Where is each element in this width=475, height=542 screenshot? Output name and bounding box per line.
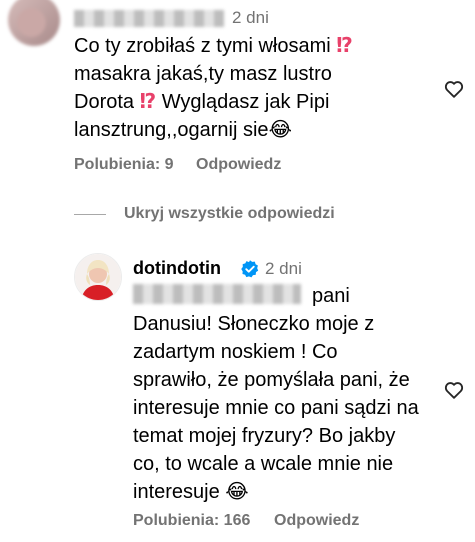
heart-outline-icon[interactable] xyxy=(443,379,465,401)
laugh-emoji: 😂 xyxy=(225,481,249,503)
verified-badge-icon xyxy=(241,260,259,278)
reply-button[interactable]: Odpowiedz xyxy=(274,512,359,530)
dotindotin-avatar[interactable] xyxy=(74,253,122,301)
likes-count[interactable]: Polubienia: 9 xyxy=(74,156,174,174)
heart-outline-icon[interactable] xyxy=(443,78,465,100)
comment-text: Co ty zrobiłaś z tymi włosami ⁉ masakra … xyxy=(74,35,353,141)
hide-replies-button[interactable]: Ukryj wszystkie odpowiedzi xyxy=(124,205,335,223)
laugh-emoji: 😂 xyxy=(268,119,292,141)
commenter-username-redacted[interactable] xyxy=(74,10,224,27)
mentioned-user-redacted[interactable] xyxy=(133,284,301,304)
comment-text: Danusiu! Słoneczko moje z zadartym noski… xyxy=(133,313,419,503)
comment-time: 2 dni xyxy=(265,259,302,278)
commenter-avatar[interactable] xyxy=(8,0,60,46)
comment-text-first-line: pani xyxy=(312,285,350,307)
reply-button[interactable]: Odpowiedz xyxy=(196,156,281,174)
interrobang-emoji: ⁉ xyxy=(336,35,353,57)
likes-count[interactable]: Polubienia: 166 xyxy=(133,512,250,530)
interrobang-emoji: ⁉ xyxy=(139,91,157,113)
comment-time: 2 dni xyxy=(232,8,269,27)
divider-line xyxy=(74,214,106,215)
username[interactable]: dotindotin xyxy=(133,258,221,279)
